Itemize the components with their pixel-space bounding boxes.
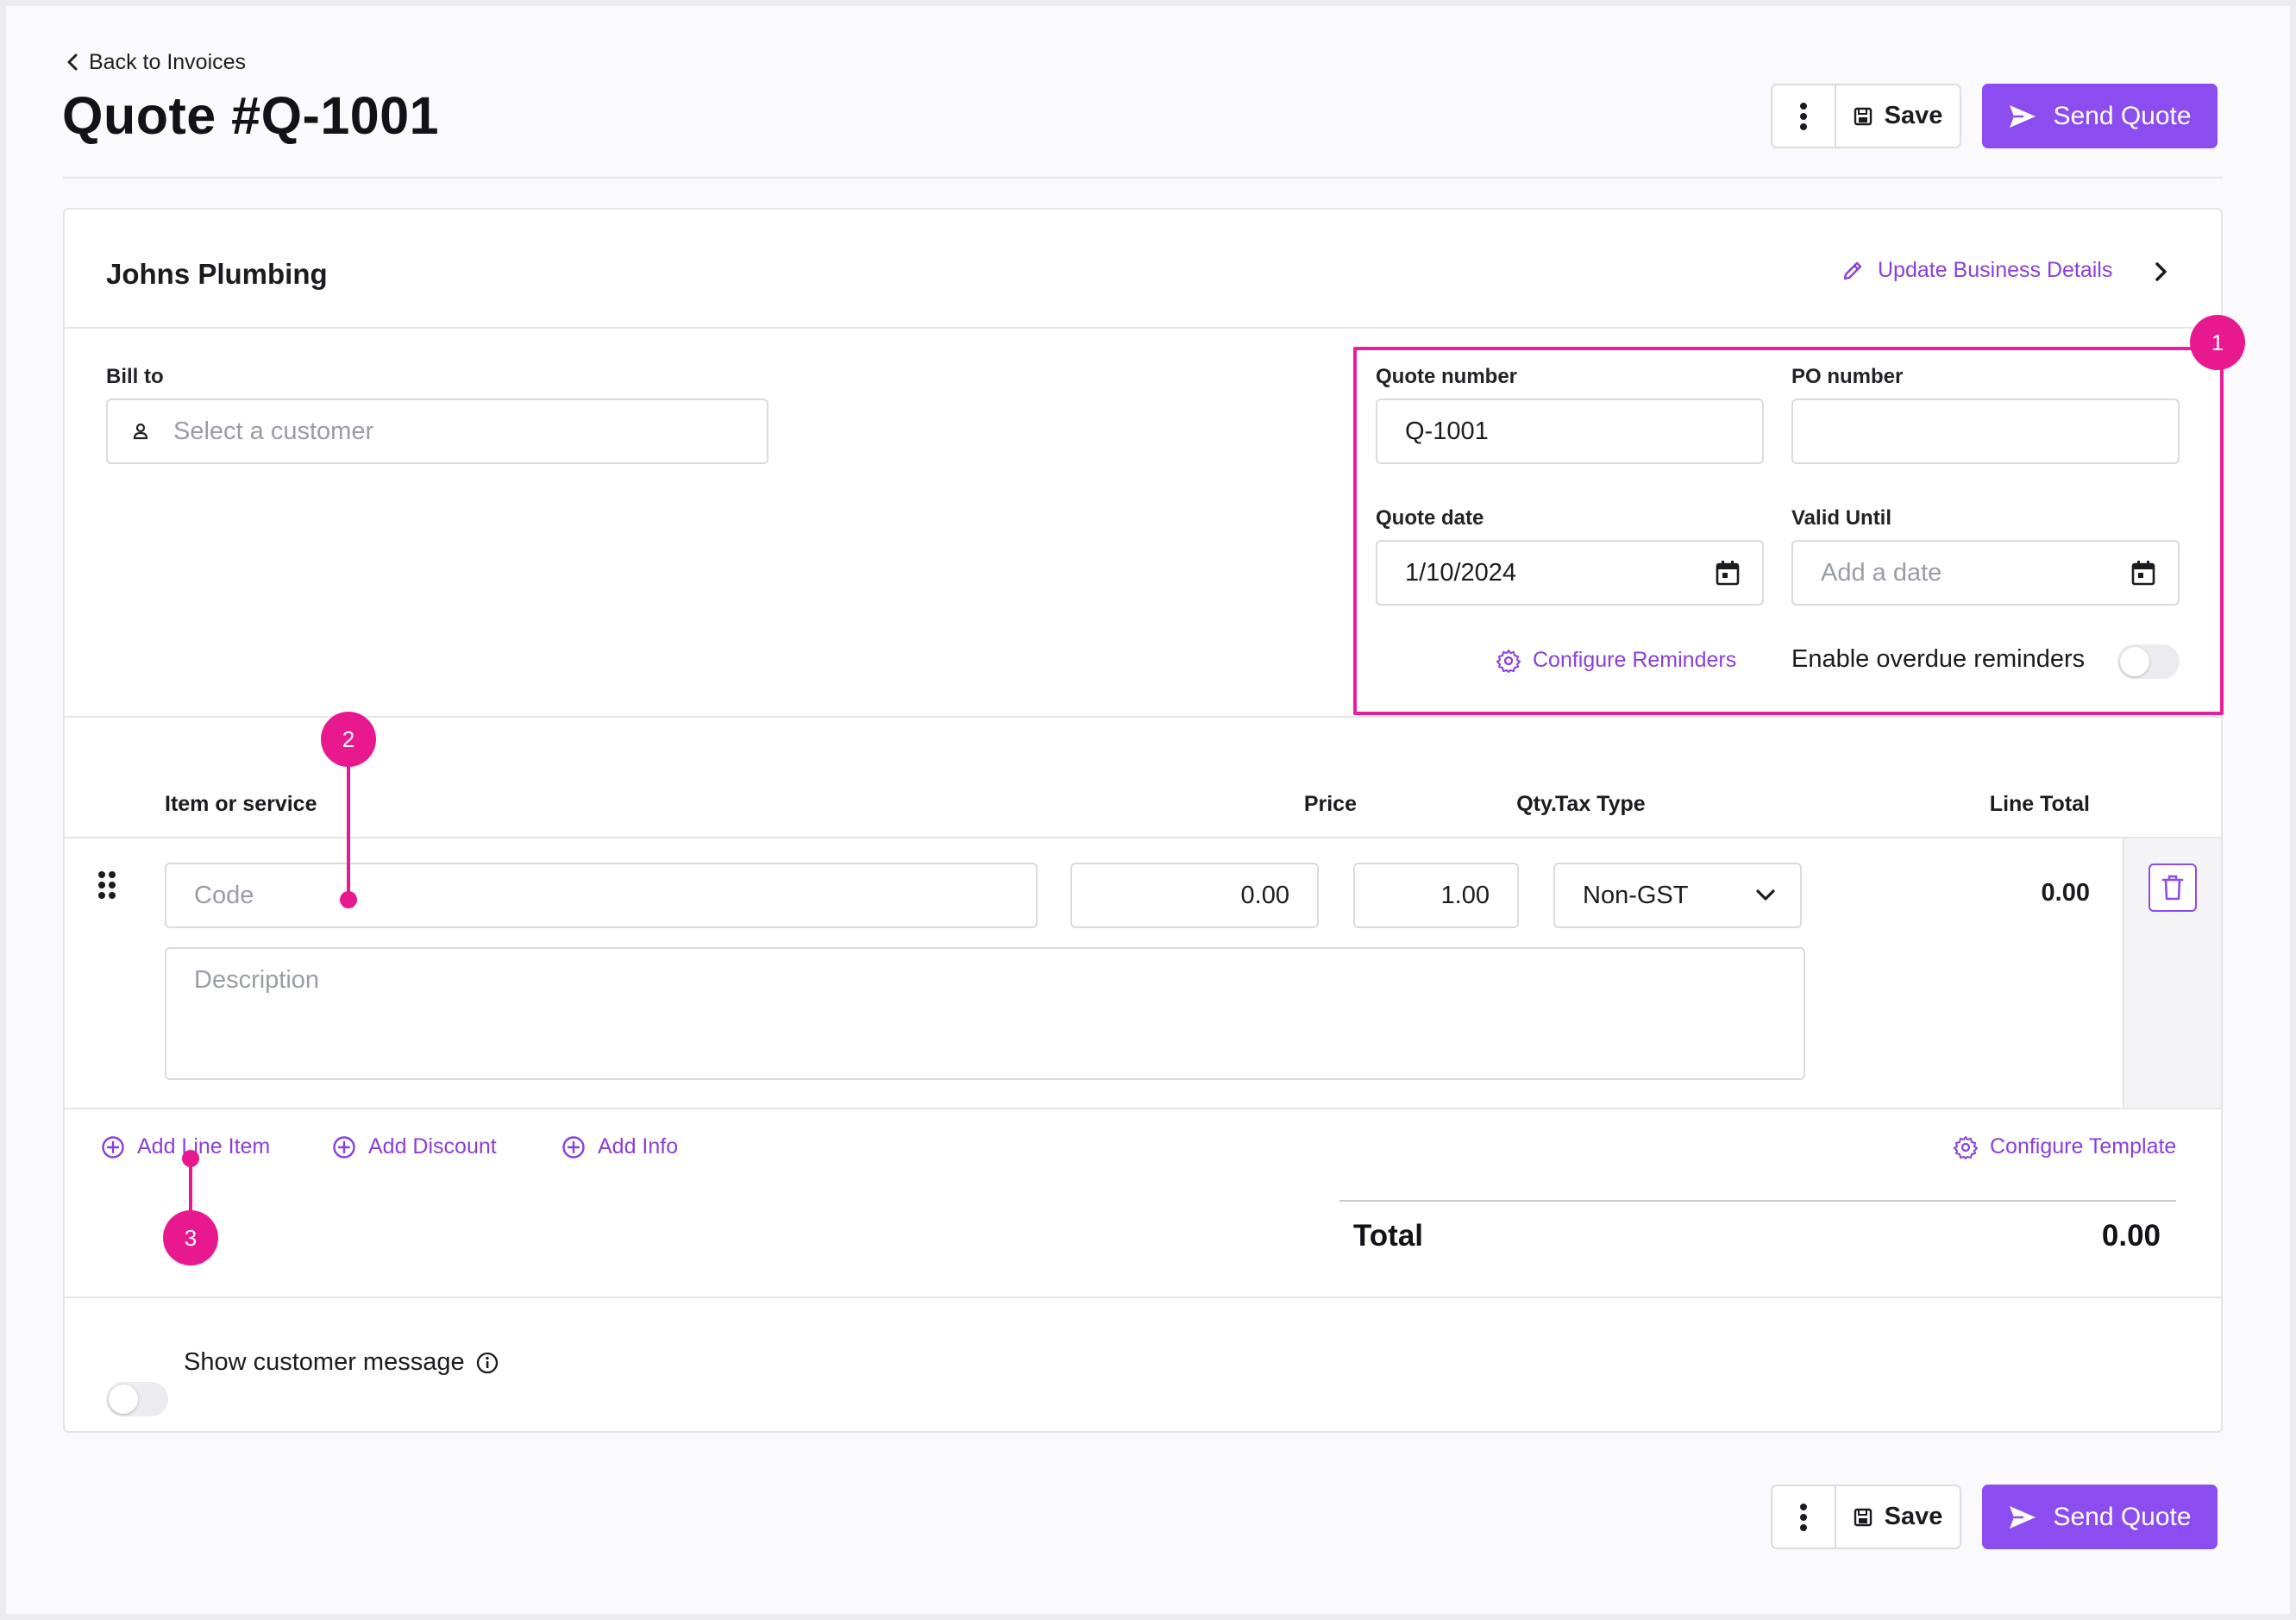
header-divider	[63, 177, 2223, 179]
column-header-line-total: Line Total	[1989, 792, 2090, 816]
send-quote-button[interactable]: Send Quote	[1982, 1485, 2218, 1549]
section-divider	[65, 1297, 2221, 1298]
plus-circle-icon	[562, 1135, 585, 1158]
more-vertical-icon	[1800, 102, 1807, 130]
chevron-right-icon[interactable]	[2152, 260, 2169, 288]
configure-template-label: Configure Template	[1990, 1134, 2177, 1158]
trash-icon	[2161, 875, 2184, 901]
annotation-badge-1: 1	[2190, 315, 2245, 370]
total-value: 0.00	[2101, 1219, 2161, 1253]
section-divider	[65, 327, 2221, 329]
send-quote-label: Send Quote	[2053, 1502, 2192, 1531]
annotation-leader-2	[347, 765, 350, 898]
update-business-details-link[interactable]: Update Business Details	[1841, 258, 2112, 283]
page-title: Quote #Q-1001	[62, 86, 440, 145]
tax-type-select[interactable]: Non-GST	[1553, 863, 1802, 928]
customer-message-toggle[interactable]	[106, 1382, 168, 1416]
bottom-action-bar: Save Send Quote	[1771, 1485, 2218, 1549]
save-button[interactable]: Save	[1836, 84, 1961, 148]
more-vertical-icon	[1800, 1503, 1807, 1531]
plus-circle-icon	[102, 1135, 124, 1158]
plus-circle-icon	[333, 1135, 355, 1158]
price-value: 0.00	[1240, 881, 1289, 909]
annotation-badge-2: 2	[321, 712, 376, 767]
top-action-bar: Save Send Quote	[1771, 84, 2218, 148]
annotation-dot-2	[340, 891, 357, 908]
column-header-item: Item or service	[165, 792, 317, 816]
add-discount-label: Add Discount	[368, 1134, 497, 1158]
page: Back to Invoices Quote #Q-1001 Save Send…	[6, 6, 2290, 1614]
info-icon[interactable]	[475, 1351, 499, 1375]
send-quote-label: Send Quote	[2053, 101, 2192, 130]
add-info-button[interactable]: Add Info	[561, 1134, 678, 1159]
gear-icon	[1954, 1135, 1978, 1159]
column-header-price: Price	[1303, 792, 1357, 816]
add-info-label: Add Info	[598, 1134, 679, 1158]
chevron-down-icon	[1756, 889, 1775, 901]
customer-message-row: Show customer message	[184, 1348, 499, 1377]
save-label: Save	[1884, 1503, 1943, 1530]
customer-select[interactable]: Select a customer	[106, 399, 768, 464]
table-footer-divider	[65, 1108, 2221, 1109]
send-icon	[2010, 1505, 2036, 1529]
annotation-highlight-1	[1353, 347, 2224, 715]
configure-template-link[interactable]: Configure Template	[1954, 1134, 2176, 1159]
item-code-placeholder: Code	[194, 881, 254, 909]
more-options-button[interactable]	[1771, 84, 1836, 148]
delete-line-button[interactable]	[2149, 863, 2197, 912]
qty-value: 1.00	[1440, 881, 1490, 909]
business-name: Johns Plumbing	[106, 258, 328, 290]
table-header-divider	[65, 837, 2221, 838]
column-header-tax-type: Tax Type	[1555, 792, 1646, 816]
item-code-input[interactable]: Code	[165, 863, 1038, 928]
description-textarea[interactable]: Description	[165, 947, 1805, 1080]
send-quote-button[interactable]: Send Quote	[1982, 84, 2218, 148]
total-label: Total	[1353, 1219, 1424, 1253]
save-icon	[1854, 107, 1872, 125]
add-discount-button[interactable]: Add Discount	[332, 1134, 497, 1159]
back-to-invoices-link[interactable]: Back to Invoices	[65, 46, 246, 78]
customer-message-label: Show customer message	[184, 1348, 465, 1376]
send-icon	[2010, 104, 2036, 128]
user-icon	[133, 423, 148, 440]
back-label: Back to Invoices	[89, 49, 247, 74]
description-placeholder: Description	[194, 966, 320, 994]
quote-card: Johns Plumbing Update Business Details B…	[63, 208, 2224, 1433]
customer-select-placeholder: Select a customer	[173, 417, 374, 445]
section-divider	[65, 716, 2221, 718]
save-button[interactable]: Save	[1836, 1485, 1961, 1549]
column-header-qty: Qty.	[1516, 792, 1557, 816]
add-line-item-label: Add Line Item	[137, 1134, 271, 1158]
price-input[interactable]: 0.00	[1070, 863, 1319, 928]
drag-handle-icon[interactable]	[97, 870, 116, 904]
update-business-details-label: Update Business Details	[1878, 258, 2113, 282]
annotation-badge-3: 3	[163, 1210, 218, 1265]
line-total-value: 0.00	[2041, 879, 2090, 907]
total-divider	[1339, 1200, 2176, 1202]
pencil-icon	[1843, 261, 1862, 279]
qty-input[interactable]: 1.00	[1353, 863, 1519, 928]
bill-to-label: Bill to	[106, 365, 164, 388]
tax-type-value: Non-GST	[1583, 881, 1689, 909]
chevron-left-icon	[67, 53, 78, 71]
annotation-leader-3	[189, 1158, 192, 1214]
save-icon	[1854, 1508, 1872, 1526]
save-label: Save	[1884, 102, 1943, 129]
more-options-button[interactable]	[1771, 1485, 1836, 1549]
